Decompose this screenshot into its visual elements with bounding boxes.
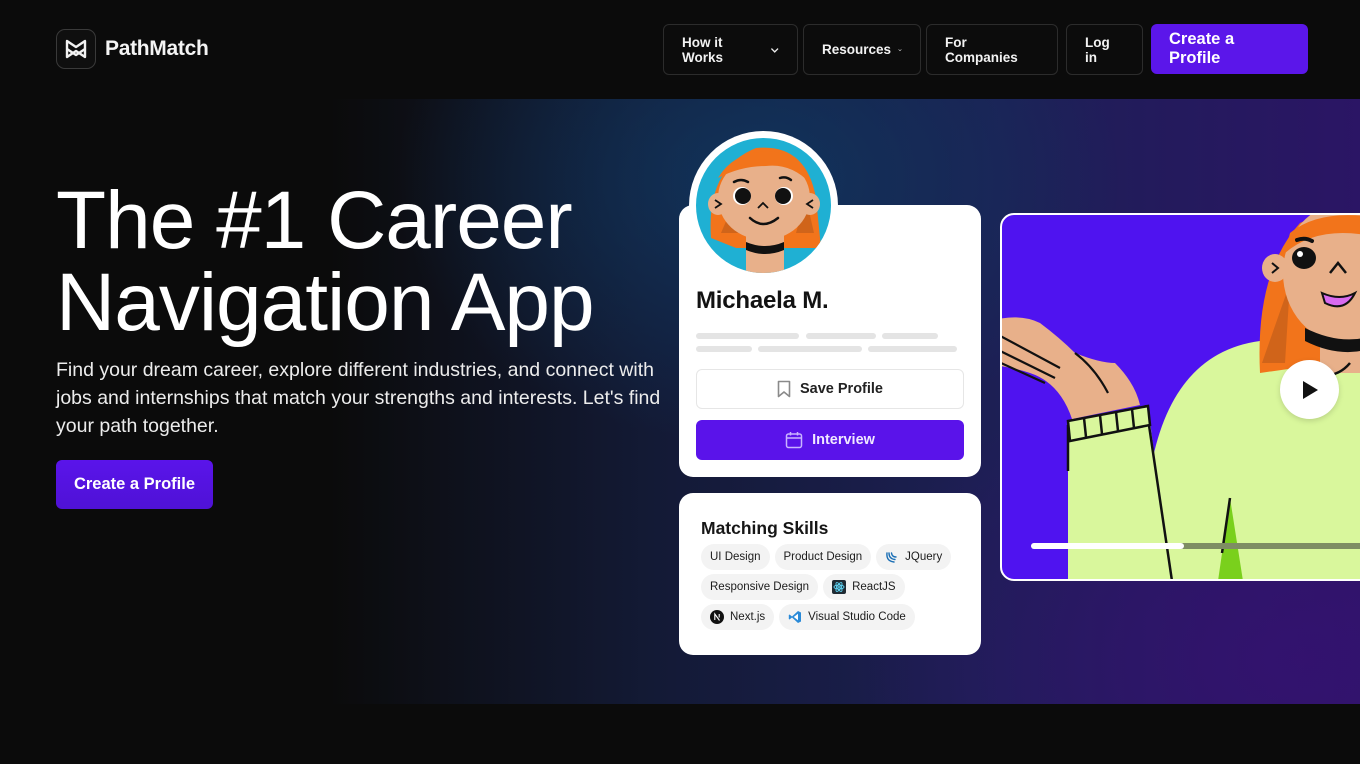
placeholder-line bbox=[868, 346, 957, 352]
skill-chip: UI Design bbox=[701, 544, 770, 570]
avatar-illustration bbox=[696, 138, 831, 273]
nav-resources-label: Resources bbox=[822, 42, 892, 57]
placeholder-line bbox=[696, 333, 799, 339]
skill-label: Responsive Design bbox=[710, 581, 810, 593]
skill-label: UI Design bbox=[710, 551, 761, 563]
skills-list: UI Design Product Design JQuery Responsi… bbox=[701, 544, 971, 630]
skill-chip: JQuery bbox=[876, 544, 952, 570]
matching-skills-card: Matching Skills UI Design Product Design… bbox=[679, 493, 981, 655]
skill-chip: Responsive Design bbox=[701, 574, 819, 600]
hero-title: The #1 Career Navigation App bbox=[56, 180, 595, 344]
login-label: Log in bbox=[1085, 34, 1110, 65]
nav-how-it-works-label: How it Works bbox=[682, 34, 724, 65]
hero-title-line-1: The #1 Career bbox=[56, 175, 573, 266]
brand-logo[interactable]: PathMatch bbox=[56, 29, 209, 69]
hero-title-line-2: Navigation App bbox=[56, 257, 595, 348]
skill-label: ReactJS bbox=[852, 581, 896, 593]
video-progress-fill bbox=[1031, 543, 1184, 549]
chevron-down-icon bbox=[770, 47, 779, 53]
hero-subtitle: Find your dream career, explore differen… bbox=[56, 359, 661, 437]
skill-chip: Visual Studio Code bbox=[779, 604, 915, 630]
placeholder-line bbox=[882, 333, 938, 339]
pathmatch-logo-icon bbox=[56, 29, 96, 69]
placeholder-line bbox=[758, 346, 862, 352]
save-profile-label: Save Profile bbox=[799, 381, 883, 397]
login-button[interactable]: Log in bbox=[1066, 24, 1143, 75]
hero-create-profile-button[interactable]: Create a Profile bbox=[56, 460, 213, 509]
skill-label: Product Design bbox=[783, 551, 863, 563]
nav-for-companies[interactable]: For Companies bbox=[926, 24, 1058, 75]
placeholder-line bbox=[696, 346, 752, 352]
play-icon bbox=[1302, 380, 1318, 399]
skill-chip: Next.js bbox=[701, 604, 775, 630]
skills-title: Matching Skills bbox=[701, 518, 829, 538]
brand-name: PathMatch bbox=[105, 37, 209, 60]
skill-label: Next.js bbox=[730, 611, 766, 623]
react-icon bbox=[832, 580, 847, 594]
hero-cta-label: Create a Profile bbox=[73, 475, 196, 493]
nav-resources[interactable]: Resources bbox=[803, 24, 921, 75]
skill-label: Visual Studio Code bbox=[808, 611, 906, 623]
bookmark-icon bbox=[777, 380, 791, 398]
profile-avatar bbox=[689, 131, 838, 280]
nav-for-companies-label: For Companies bbox=[945, 34, 1018, 65]
site-header: PathMatch How it Works Resources For Com… bbox=[0, 0, 1360, 99]
video-progress-bar[interactable] bbox=[1031, 543, 1360, 549]
profile-name: Michaela M. bbox=[696, 287, 829, 314]
vscode-icon bbox=[788, 611, 802, 623]
main-nav: How it Works Resources For Companies Log… bbox=[663, 24, 1308, 75]
header-cta-label: Create a Profile bbox=[1169, 30, 1235, 67]
interview-button[interactable]: Interview bbox=[696, 420, 964, 460]
header-create-profile-button[interactable]: Create a Profile bbox=[1151, 24, 1308, 74]
save-profile-button[interactable]: Save Profile bbox=[696, 369, 964, 409]
nav-how-it-works[interactable]: How it Works bbox=[663, 24, 798, 75]
nextjs-icon bbox=[710, 610, 724, 624]
placeholder-line bbox=[806, 333, 876, 339]
page-below-hero bbox=[0, 704, 1360, 764]
skill-chip: ReactJS bbox=[823, 574, 905, 600]
chevron-down-icon bbox=[898, 48, 902, 51]
skill-label: JQuery bbox=[905, 551, 943, 563]
interview-label: Interview bbox=[812, 432, 875, 448]
skill-chip: Product Design bbox=[774, 544, 872, 570]
play-button[interactable] bbox=[1280, 360, 1339, 419]
calendar-icon bbox=[785, 432, 803, 449]
jquery-icon bbox=[886, 552, 897, 563]
